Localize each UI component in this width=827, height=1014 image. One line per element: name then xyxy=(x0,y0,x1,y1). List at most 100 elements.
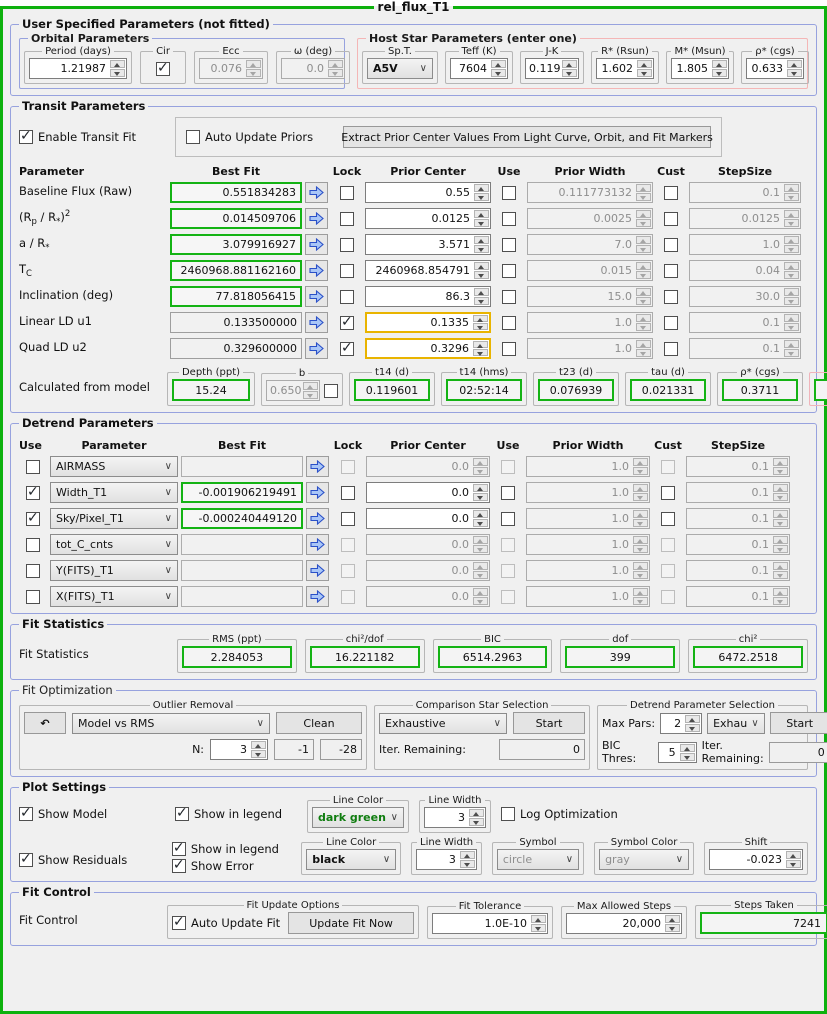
copy-to-prior-button[interactable] xyxy=(305,286,328,307)
undo-clean-button[interactable]: ↶ xyxy=(24,712,66,734)
prior-center-spinner[interactable] xyxy=(473,287,490,306)
detrend-parameter-dropdown[interactable]: Width_T1 xyxy=(50,482,178,503)
custom-step-checkbox[interactable] xyxy=(664,316,678,330)
prior-center-spinner[interactable] xyxy=(472,314,489,331)
prior-center-field[interactable]: 0.3296 xyxy=(365,338,491,359)
spin-down-icon[interactable] xyxy=(473,597,488,605)
prior-center-spinner[interactable] xyxy=(473,209,490,228)
spin-up-icon[interactable] xyxy=(473,458,488,466)
copy-to-prior-button[interactable] xyxy=(305,234,328,255)
detrend-start-button[interactable]: Start xyxy=(770,712,827,734)
spin-up-icon[interactable] xyxy=(474,184,489,192)
residual-show-in-legend[interactable]: Show in legend xyxy=(172,842,291,856)
rho-spinner[interactable] xyxy=(786,59,803,78)
lock-b-checkbox[interactable] xyxy=(324,384,338,398)
lock-checkbox[interactable] xyxy=(341,538,355,552)
detrend-parameter-dropdown[interactable]: Sky/Pixel_T1 xyxy=(50,508,178,529)
auto-update-fit-checkbox[interactable] xyxy=(172,916,186,930)
bic-thres-spinner[interactable] xyxy=(679,743,696,762)
spin-up-icon[interactable] xyxy=(474,236,489,244)
update-fit-now-button[interactable]: Update Fit Now xyxy=(288,912,414,934)
lock-checkbox[interactable] xyxy=(340,212,354,226)
spin-down-icon[interactable] xyxy=(786,860,801,868)
spin-up-icon[interactable] xyxy=(473,484,488,492)
lock-checkbox[interactable] xyxy=(341,486,355,500)
enable-transit-fit-checkbox[interactable] xyxy=(19,130,33,144)
spin-up-icon[interactable] xyxy=(680,744,695,752)
prior-center-field[interactable]: 3.571 xyxy=(365,234,491,255)
show-residuals-checkbox[interactable] xyxy=(19,853,33,867)
use-prior-checkbox[interactable] xyxy=(502,212,516,226)
lock-checkbox[interactable] xyxy=(340,290,354,304)
spin-down-icon[interactable] xyxy=(473,467,488,475)
auto-update-fit[interactable]: Auto Update Fit xyxy=(172,916,280,930)
spin-up-icon[interactable] xyxy=(473,536,488,544)
spin-up-icon[interactable] xyxy=(474,288,489,296)
prior-center-field[interactable]: 0.0 xyxy=(366,586,490,607)
lock-checkbox[interactable] xyxy=(340,186,354,200)
n-spinner[interactable] xyxy=(250,740,267,759)
spin-up-icon[interactable] xyxy=(473,315,488,322)
copy-to-prior-button[interactable] xyxy=(305,208,328,229)
jk-field[interactable]: 0.119 xyxy=(525,58,579,79)
shift-field[interactable]: -0.023 xyxy=(709,849,803,870)
use-prior-checkbox[interactable] xyxy=(502,316,516,330)
lock-checkbox[interactable] xyxy=(341,590,355,604)
rstar-field[interactable]: 1.602 xyxy=(596,58,654,79)
spin-down-icon[interactable] xyxy=(474,219,489,227)
copy-to-prior-button[interactable] xyxy=(306,508,329,529)
use-prior-checkbox[interactable] xyxy=(501,486,515,500)
bic-thres-field[interactable]: 5 xyxy=(658,742,696,763)
custom-step-checkbox[interactable] xyxy=(661,538,675,552)
clean-button[interactable]: Clean xyxy=(276,712,362,734)
log-optimization-checkbox[interactable] xyxy=(501,807,515,821)
prior-center-field[interactable]: 0.0 xyxy=(366,482,490,503)
spin-up-icon[interactable] xyxy=(531,915,546,923)
spin-up-icon[interactable] xyxy=(474,210,489,218)
teff-field[interactable]: 7604 xyxy=(450,58,508,79)
teff-spinner[interactable] xyxy=(490,59,507,78)
spin-down-icon[interactable] xyxy=(473,519,488,527)
use-prior-checkbox[interactable] xyxy=(502,264,516,278)
spin-up-icon[interactable] xyxy=(685,715,700,723)
spin-up-icon[interactable] xyxy=(469,809,484,817)
detrend-parameter-dropdown[interactable]: X(FITS)_T1 xyxy=(50,586,178,607)
spin-down-icon[interactable] xyxy=(473,571,488,579)
prior-center-spinner[interactable] xyxy=(473,183,490,202)
spin-up-icon[interactable] xyxy=(474,262,489,270)
spin-up-icon[interactable] xyxy=(473,341,488,348)
prior-center-spinner[interactable] xyxy=(472,561,489,580)
show-error[interactable]: Show Error xyxy=(172,859,291,873)
prior-center-spinner[interactable] xyxy=(472,587,489,606)
circular-orbit-checkbox[interactable] xyxy=(156,62,170,76)
fit-tolerance-field[interactable]: 1.0E-10 xyxy=(432,913,548,934)
spin-down-icon[interactable] xyxy=(473,349,488,356)
max-steps-spinner[interactable] xyxy=(664,914,681,933)
spin-down-icon[interactable] xyxy=(680,753,695,761)
auto-update-priors[interactable]: Auto Update Priors xyxy=(186,130,313,144)
lock-checkbox[interactable] xyxy=(340,316,354,330)
spin-down-icon[interactable] xyxy=(712,69,727,77)
spin-down-icon[interactable] xyxy=(473,493,488,501)
use-detrend-checkbox[interactable] xyxy=(26,538,40,552)
jk-spinner[interactable] xyxy=(561,59,578,78)
custom-step-checkbox[interactable] xyxy=(661,564,675,578)
custom-step-checkbox[interactable] xyxy=(664,342,678,356)
custom-step-checkbox[interactable] xyxy=(664,186,678,200)
prior-center-spinner[interactable] xyxy=(472,483,489,502)
lock-checkbox[interactable] xyxy=(340,264,354,278)
detrend-parameter-dropdown[interactable]: tot_C_cnts xyxy=(50,534,178,555)
prior-center-field[interactable]: 0.1335 xyxy=(365,312,491,333)
spin-down-icon[interactable] xyxy=(685,724,700,732)
prior-center-field[interactable]: 0.55 xyxy=(365,182,491,203)
prior-center-field[interactable]: 0.0 xyxy=(366,534,490,555)
custom-step-checkbox[interactable] xyxy=(661,486,675,500)
use-prior-checkbox[interactable] xyxy=(502,342,516,356)
spin-down-icon[interactable] xyxy=(474,193,489,201)
copy-to-prior-button[interactable] xyxy=(306,482,329,503)
spin-down-icon[interactable] xyxy=(474,271,489,279)
spin-up-icon[interactable] xyxy=(712,60,727,68)
mstar-spinner[interactable] xyxy=(711,59,728,78)
rstar-spinner[interactable] xyxy=(636,59,653,78)
residual-legend-checkbox[interactable] xyxy=(172,842,186,856)
